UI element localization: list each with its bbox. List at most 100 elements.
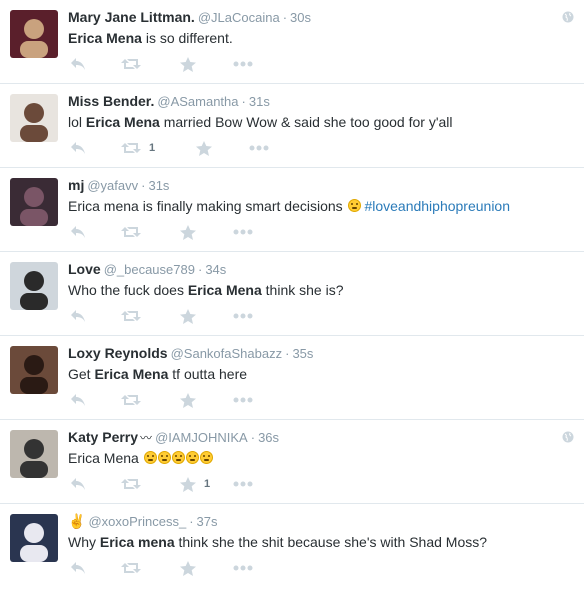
more-button[interactable] xyxy=(233,306,253,326)
favorite-button[interactable] xyxy=(180,222,196,242)
tweet-item[interactable]: Loxy Reynolds @SankofaShabazz · 35s Get Eric… xyxy=(0,336,584,420)
reply-icon xyxy=(70,561,86,575)
display-name[interactable]: Miss Bender. xyxy=(68,93,154,109)
tweet-actions xyxy=(68,222,368,242)
separator-dot: · xyxy=(189,514,194,529)
emoji-face-icon xyxy=(171,451,185,464)
favorite-button[interactable] xyxy=(180,306,196,326)
retweet-button[interactable] xyxy=(121,390,141,410)
favorite-count: 1 xyxy=(204,478,211,490)
favorite-icon xyxy=(180,56,196,72)
separator-dot: · xyxy=(250,430,256,445)
avatar[interactable] xyxy=(10,346,58,394)
reply-icon xyxy=(70,309,86,323)
tweet-item[interactable]: ✌ @xoxoPrincess_ · 37s Why Erica mena think … xyxy=(0,504,584,590)
retweet-icon xyxy=(121,309,141,323)
display-name[interactable]: Loxy Reynolds xyxy=(68,345,168,361)
timestamp[interactable]: 37s xyxy=(197,514,218,529)
more-icon xyxy=(249,145,269,151)
timestamp[interactable]: 30s xyxy=(290,10,311,25)
retweet-icon xyxy=(121,477,141,491)
favorite-button[interactable] xyxy=(180,558,196,578)
highlighted-term: Erica Mena xyxy=(68,30,142,46)
more-button[interactable] xyxy=(249,138,269,158)
username[interactable]: @JLaCocaina xyxy=(198,10,280,25)
avatar[interactable] xyxy=(10,94,58,142)
username[interactable]: @xoxoPrincess_ xyxy=(88,514,186,529)
reply-icon xyxy=(70,57,86,71)
emoji-face-icon xyxy=(157,451,171,464)
favorite-button[interactable] xyxy=(196,138,212,158)
emoji-face-icon xyxy=(143,451,157,464)
retweet-button[interactable]: 1 xyxy=(121,138,155,158)
reply-icon xyxy=(70,225,86,239)
more-icon xyxy=(233,481,253,487)
more-icon xyxy=(233,229,253,235)
display-name[interactable]: ✌ xyxy=(68,513,85,529)
retweet-button[interactable] xyxy=(121,54,141,74)
highlighted-term: Erica Mena xyxy=(85,114,160,130)
reply-button[interactable] xyxy=(70,558,86,578)
avatar[interactable] xyxy=(10,262,58,310)
favorite-button[interactable]: 1 xyxy=(180,474,210,494)
text-segment: Who the fuck does xyxy=(68,282,188,298)
avatar[interactable] xyxy=(10,514,58,562)
tweet-item[interactable]: Miss Bender. @ASamantha · 31s lol Erica Mena… xyxy=(0,84,584,168)
reply-button[interactable] xyxy=(70,390,86,410)
tweet-header: Katy Perry 〰 @IAMJOHNIKA · 36s xyxy=(68,428,554,447)
timestamp[interactable]: 34s xyxy=(205,262,226,277)
timestamp[interactable]: 35s xyxy=(292,346,313,361)
avatar[interactable] xyxy=(10,178,58,226)
avatar[interactable] xyxy=(10,10,58,58)
more-button[interactable] xyxy=(233,474,253,494)
reply-button[interactable] xyxy=(70,222,86,242)
reply-button[interactable] xyxy=(70,54,86,74)
tweet-content: Love @_because789 · 34s Who the fuck does Er… xyxy=(68,260,554,299)
display-name[interactable]: Love xyxy=(68,261,101,277)
more-icon xyxy=(233,565,253,571)
reply-button[interactable] xyxy=(70,306,86,326)
favorite-button[interactable] xyxy=(180,390,196,410)
reply-button[interactable] xyxy=(70,138,86,158)
username[interactable]: @yafavv xyxy=(87,178,138,193)
favorite-button[interactable] xyxy=(180,54,196,74)
tweet-header: Love @_because789 · 34s xyxy=(68,260,554,279)
tweet-content: ✌ @xoxoPrincess_ · 37s Why Erica mena think … xyxy=(68,512,554,551)
tweet-item[interactable]: Love @_because789 · 34s Who the fuck does Er… xyxy=(0,252,584,336)
more-icon xyxy=(233,397,253,403)
more-button[interactable] xyxy=(233,558,253,578)
avatar[interactable] xyxy=(10,430,58,478)
favorite-icon xyxy=(180,224,196,240)
retweet-button[interactable] xyxy=(121,474,141,494)
more-button[interactable] xyxy=(233,222,253,242)
display-name[interactable]: Katy Perry xyxy=(68,429,138,445)
retweet-icon xyxy=(121,225,141,239)
username[interactable]: @_because789 xyxy=(104,262,195,277)
username[interactable]: @IAMJOHNIKA xyxy=(155,430,248,445)
retweet-icon xyxy=(121,57,141,71)
tweet-item[interactable]: mj @yafavv · 31s Erica mena is finally makin… xyxy=(0,168,584,252)
display-name[interactable]: mj xyxy=(68,177,84,193)
more-button[interactable] xyxy=(233,390,253,410)
hashtag-link[interactable]: #loveandhiphopreunion xyxy=(364,198,510,214)
reply-button[interactable] xyxy=(70,474,86,494)
username[interactable]: @ASamantha xyxy=(157,94,238,109)
highlighted-term: Erica Mena xyxy=(187,282,262,298)
timestamp[interactable]: 31s xyxy=(249,94,270,109)
separator-dot: · xyxy=(282,10,288,25)
separator-dot: · xyxy=(197,262,203,277)
display-name[interactable]: Mary Jane Littman. xyxy=(68,9,195,25)
retweet-button[interactable] xyxy=(121,306,141,326)
username[interactable]: @SankofaShabazz xyxy=(171,346,283,361)
timestamp[interactable]: 36s xyxy=(258,430,279,445)
favorite-icon xyxy=(180,308,196,324)
retweet-button[interactable] xyxy=(121,222,141,242)
tweet-item[interactable]: Mary Jane Littman. @JLaCocaina · 30s Erica M… xyxy=(0,0,584,84)
retweet-button[interactable] xyxy=(121,558,141,578)
timestamp[interactable]: 31s xyxy=(148,178,169,193)
tweet-item[interactable]: Katy Perry〰@IAMJOHNIKA·36s Erica Mena 😴😴😴… xyxy=(0,420,584,504)
separator-dot: · xyxy=(285,346,290,361)
text-segment: Erica mena is finally making smart decis… xyxy=(68,198,347,214)
tweet-header: Loxy Reynolds @SankofaShabazz · 35s xyxy=(68,344,554,363)
more-button[interactable] xyxy=(233,54,253,74)
